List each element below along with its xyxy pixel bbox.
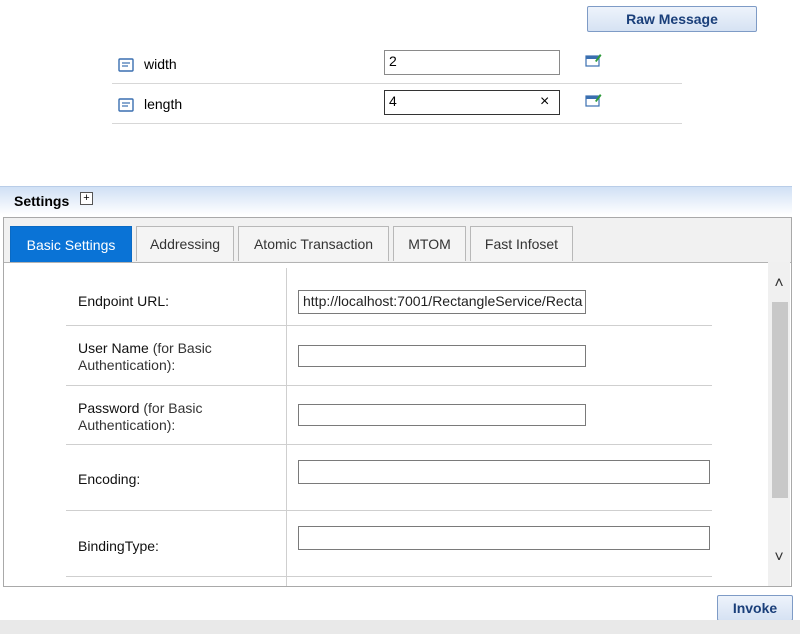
username-row: User Name (for Basic Authentication):	[66, 326, 712, 386]
settings-scrollbar[interactable]: ˄ ˅	[768, 262, 790, 586]
param-row-width: width 2	[112, 44, 682, 84]
password-label-sub: (for Basic	[143, 400, 203, 416]
settings-header: Settings +	[0, 186, 792, 215]
param-name: width	[144, 56, 177, 72]
tab-atomic-transaction[interactable]: Atomic Transaction	[238, 226, 389, 261]
param-value-input[interactable]: 2	[384, 50, 560, 75]
password-label-sub2: Authentication):	[78, 417, 176, 433]
tab-addressing[interactable]: Addressing	[136, 226, 234, 261]
encoding-label: Encoding:	[78, 471, 141, 487]
scroll-down-icon[interactable]: ˅	[768, 546, 790, 570]
tab-mtom[interactable]: MTOM	[393, 226, 466, 261]
raw-message-button[interactable]: Raw Message	[587, 6, 757, 32]
param-value-input[interactable]: 4	[384, 90, 560, 115]
endpoint-url-input[interactable]: http://localhost:7001/RectangleService/R…	[298, 290, 586, 314]
tab-fast-infoset[interactable]: Fast Infoset	[470, 226, 573, 261]
edit-param-icon[interactable]	[585, 92, 602, 108]
param-doc-icon	[118, 98, 134, 112]
username-label-sub: (for Basic	[152, 340, 212, 356]
encoding-input[interactable]	[298, 460, 710, 484]
bindingtype-row: BindingType:	[66, 511, 712, 577]
bindingtype-input[interactable]	[298, 526, 710, 550]
username-input[interactable]	[298, 345, 586, 367]
password-label: Password (for Basic Authentication):	[78, 400, 202, 434]
endpoint-row: Endpoint URL: http://localhost:7001/Rect…	[66, 268, 712, 326]
invoke-button[interactable]: Invoke	[717, 595, 793, 621]
password-label-main: Password	[78, 400, 140, 416]
clear-icon[interactable]: ×	[540, 93, 549, 111]
settings-title: Settings	[14, 193, 70, 209]
password-row: Password (for Basic Authentication):	[66, 386, 712, 445]
tab-basic-settings[interactable]: Basic Settings	[10, 226, 132, 262]
scroll-thumb[interactable]	[772, 302, 788, 498]
scroll-up-icon[interactable]: ˄	[768, 272, 790, 296]
endpoint-label: Endpoint URL:	[78, 293, 170, 309]
edit-param-icon[interactable]	[585, 52, 602, 68]
username-label-sub2: Authentication):	[78, 357, 176, 373]
param-row-length: length 4 ×	[112, 84, 682, 124]
password-input[interactable]	[298, 404, 586, 426]
settings-panel: Basic Settings Addressing Atomic Transac…	[3, 217, 792, 587]
param-doc-icon	[118, 58, 134, 72]
username-label-main: User Name	[78, 340, 149, 356]
bindingtype-label: BindingType:	[78, 538, 159, 554]
expand-icon[interactable]: +	[80, 192, 93, 205]
settings-tabs: Basic Settings Addressing Atomic Transac…	[4, 218, 791, 263]
encoding-row: Encoding:	[66, 445, 712, 511]
username-label: User Name (for Basic Authentication):	[78, 340, 212, 374]
param-name: length	[144, 96, 183, 112]
bottom-strip	[0, 620, 800, 634]
